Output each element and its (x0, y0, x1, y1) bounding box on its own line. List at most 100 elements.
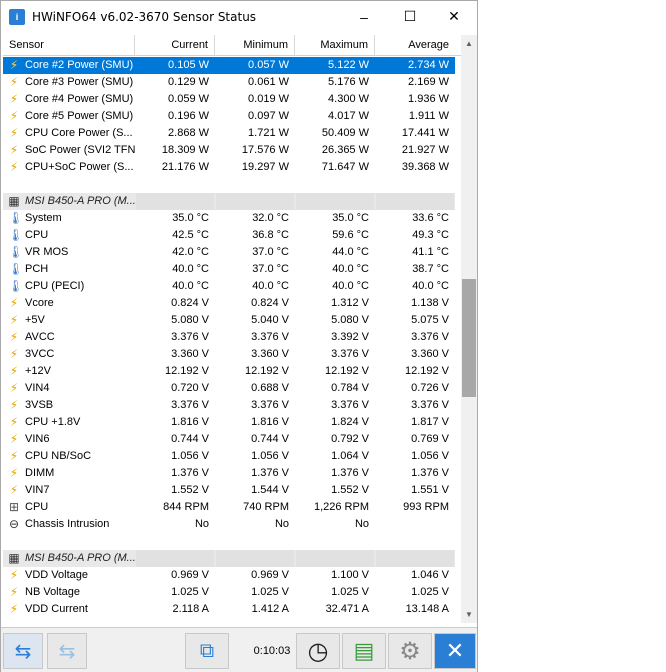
close-button[interactable]: ✕ (431, 1, 477, 32)
average-value: 1.046 V (411, 569, 449, 581)
report-icon[interactable]: ▤ (342, 633, 386, 669)
sensor-row[interactable]: ⚡ CPU NB/SoC 1.056 V 1.056 V 1.064 V 1.056 V (3, 448, 455, 465)
sensor-row[interactable]: ⚡ Core #4 Power (SMU) 0.059 W 0.019 W 4.300 … (3, 91, 455, 108)
group-cell-fill (216, 193, 294, 210)
title-bar[interactable]: i HWiNFO64 v6.02-3670 Sensor Status – ☐ … (1, 1, 477, 32)
current-value: 0.744 V (171, 433, 209, 445)
average-value: 1.936 W (408, 93, 449, 105)
column-minimum[interactable]: Minimum (215, 35, 295, 56)
scrollbar-thumb[interactable] (462, 279, 476, 397)
column-average[interactable]: Average (375, 35, 455, 56)
current-value: 40.0 °C (172, 263, 209, 275)
minimize-button[interactable]: – (341, 1, 387, 32)
maximum-value: 3.376 V (331, 348, 369, 360)
minimum-value: 1.816 V (251, 416, 289, 428)
maximize-button[interactable]: ☐ (387, 1, 433, 32)
sensor-name: SoC Power (SVI2 TFN) (25, 144, 135, 156)
network-icon[interactable]: ⧉ (185, 633, 229, 669)
temperature-icon: 🌡 (8, 228, 24, 242)
sensor-row[interactable]: ⚡ Vcore 0.824 V 0.824 V 1.312 V 1.138 V (3, 295, 455, 312)
current-value: 3.376 V (171, 331, 209, 343)
sensor-row[interactable]: 🌡 PCH 40.0 °C 37.0 °C 40.0 °C 38.7 °C (3, 261, 455, 278)
maximum-value: 4.300 W (328, 93, 369, 105)
chip-icon: ▦ (8, 194, 20, 208)
sensor-row[interactable]: ⚡ VDD Voltage 0.969 V 0.969 V 1.100 V 1.046 V (3, 567, 455, 584)
sensor-row[interactable]: ⚡ CPU Core Power (S... 2.868 W 1.721 W 50.40… (3, 125, 455, 142)
sensor-row[interactable]: ⚡ NB Voltage 1.025 V 1.025 V 1.025 V 1.025 V (3, 584, 455, 601)
sensor-row[interactable]: 🌡 CPU 42.5 °C 36.8 °C 59.6 °C 49.3 °C (3, 227, 455, 244)
power-icon: ⚡ (9, 466, 19, 480)
column-maximum[interactable]: Maximum (295, 35, 375, 56)
sensor-row[interactable]: ⚡ 3VCC 3.360 V 3.360 V 3.376 V 3.360 V (3, 346, 455, 363)
scroll-up-arrow-icon[interactable]: ▲ (461, 35, 477, 52)
sensor-row[interactable]: ⚡ AVCC 3.376 V 3.376 V 3.392 V 3.376 V (3, 329, 455, 346)
sensor-row[interactable]: ⚡ +5V 5.080 V 5.040 V 5.080 V 5.075 V (3, 312, 455, 329)
sensor-row[interactable]: ⚡ CPU +1.8V 1.816 V 1.816 V 1.824 V 1.817 V (3, 414, 455, 431)
maximum-value: 40.0 °C (332, 263, 369, 275)
sensor-group-row[interactable]: ▦ MSI B450-A PRO (M... (3, 193, 455, 210)
sensor-row[interactable]: 🌡 VR MOS 42.0 °C 37.0 °C 44.0 °C 41.1 °C (3, 244, 455, 261)
minimum-value: 3.376 V (251, 331, 289, 343)
minimum-value: 37.0 °C (252, 246, 289, 258)
column-sensor[interactable]: Sensor (3, 35, 135, 56)
sensor-name: 3VCC (25, 348, 55, 360)
power-icon: ⚡ (9, 449, 19, 463)
current-value: 2.118 A (172, 603, 210, 615)
power-icon: ⚡ (9, 126, 19, 140)
close-icon[interactable]: ✕ (434, 633, 476, 669)
sensor-name: Core #4 Power (SMU) (25, 93, 134, 105)
sensor-row[interactable]: ⊞ CPU 844 RPM 740 RPM 1,226 RPM 993 RPM (3, 499, 455, 516)
sensor-name: MSI B450-A PRO (M... (25, 195, 135, 207)
sensor-row[interactable]: ⚡ VDD Current 2.118 A 1.412 A 32.471 A 13.148… (3, 601, 455, 618)
sensor-row[interactable]: ⚡ Core #3 Power (SMU) 0.129 W 0.061 W 5.176 … (3, 74, 455, 91)
sensor-row[interactable]: ⚡ VIN4 0.720 V 0.688 V 0.784 V 0.726 V (3, 380, 455, 397)
sensor-table: Sensor Current Minimum Maximum Average ⚡… (3, 35, 461, 623)
minimum-value: 3.360 V (251, 348, 289, 360)
sensor-row[interactable]: ⚡ CPU+SoC Power (S... 21.176 W 19.297 W 71.6… (3, 159, 455, 176)
sensor-row[interactable]: 🌡 CPU (PECI) 40.0 °C 40.0 °C 40.0 °C 40.0 °C (3, 278, 455, 295)
clock-icon[interactable]: ◷ (296, 633, 340, 669)
sensor-group-row[interactable]: ▦ MSI B450-A PRO (M... (3, 550, 455, 567)
maximum-value: 1.312 V (331, 297, 369, 309)
sensor-name: VIN4 (25, 382, 50, 394)
average-value: 39.368 W (401, 161, 449, 173)
power-icon: ⚡ (9, 398, 19, 412)
sensor-row[interactable]: ⊖ Chassis Intrusion No No No (3, 516, 455, 533)
average-value: 1.025 V (411, 586, 449, 598)
scroll-down-arrow-icon[interactable]: ▼ (461, 606, 477, 623)
sensor-row[interactable]: ⚡ Core #5 Power (SMU) 0.196 W 0.097 W 4.017 … (3, 108, 455, 125)
intrusion-icon: ⊖ (8, 517, 20, 531)
maximum-value: 1.824 V (331, 416, 369, 428)
sensor-row[interactable]: ⚡ VIN7 1.552 V 1.544 V 1.552 V 1.551 V (3, 482, 455, 499)
back-arrows-icon[interactable]: ⇆ (3, 633, 43, 669)
sensor-row[interactable]: ⚡ VIN6 0.744 V 0.744 V 0.792 V 0.769 V (3, 431, 455, 448)
maximum-value: No (354, 518, 369, 530)
sensor-row[interactable]: ⚡ +12V 12.192 V 12.192 V 12.192 V 12.192 V (3, 363, 455, 380)
maximum-value: 59.6 °C (332, 229, 369, 241)
maximum-value: 0.784 V (331, 382, 369, 394)
sensor-row[interactable]: ⚡ 3VSB 3.376 V 3.376 V 3.376 V 3.376 V (3, 397, 455, 414)
maximum-value: 1.064 V (331, 450, 369, 462)
sensor-name: CPU (25, 229, 49, 241)
current-value: 5.080 V (171, 314, 209, 326)
sensor-row[interactable]: ⚡ SoC Power (SVI2 TFN) 18.309 W 17.576 W 26.… (3, 142, 455, 159)
column-current[interactable]: Current (135, 35, 215, 56)
current-value: 0.969 V (171, 569, 209, 581)
average-value: 40.0 °C (412, 280, 449, 292)
gear-icon[interactable]: ⚙ (388, 633, 432, 669)
maximum-value: 5.176 W (328, 76, 369, 88)
sensor-row[interactable]: ⚡ Core #2 Power (SMU) 0.105 W 0.057 W 5.122 … (3, 57, 455, 74)
current-value: 1.056 V (171, 450, 209, 462)
minimum-value: 5.040 V (251, 314, 289, 326)
group-cell-fill (296, 550, 374, 567)
sensor-row[interactable]: 🌡 System 35.0 °C 32.0 °C 35.0 °C 33.6 °C (3, 210, 455, 227)
sensor-row[interactable]: ⚡ DIMM 1.376 V 1.376 V 1.376 V 1.376 V (3, 465, 455, 482)
sensor-name: CPU +1.8V (25, 416, 81, 428)
forward-arrows-icon[interactable]: ⇆ (47, 633, 87, 669)
current-value: 844 RPM (163, 501, 209, 513)
maximum-value: 1.100 V (331, 569, 369, 581)
fan-icon: ⊞ (8, 500, 20, 514)
vertical-scrollbar[interactable]: ▲ ▼ (461, 35, 477, 623)
minimum-value: 0.061 W (248, 76, 289, 88)
sensor-name: CPU+SoC Power (S... (25, 161, 134, 173)
